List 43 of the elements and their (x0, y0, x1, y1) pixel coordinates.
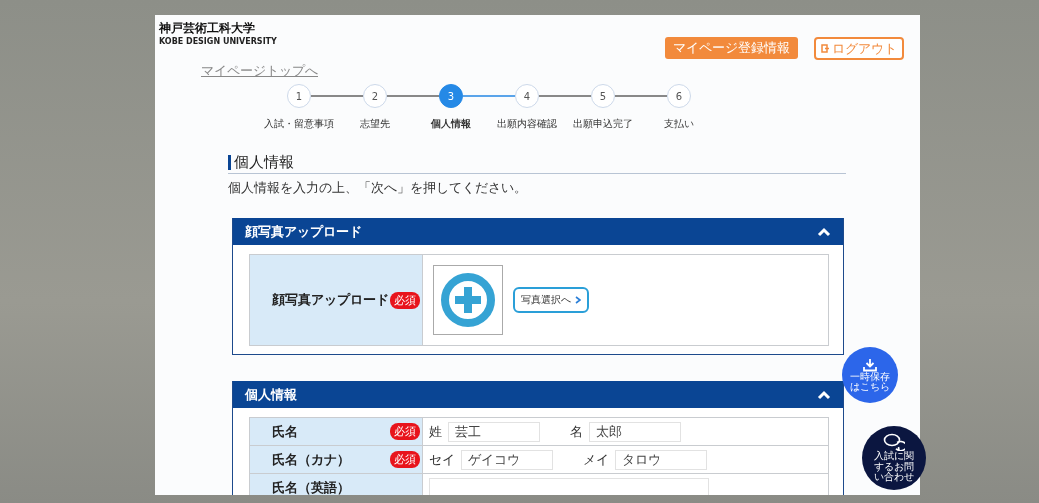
field-label: 氏名 (272, 422, 298, 441)
required-badge: 必須 (390, 291, 420, 309)
section-title: 個人情報 (245, 385, 297, 404)
chat-bubbles-icon (883, 433, 905, 452)
plus-circle-icon[interactable] (440, 272, 496, 328)
logo-title: 神戸芸術工科大学 (159, 20, 256, 37)
step-number: 4 (515, 84, 539, 108)
input-field[interactable]: 太郎 (589, 421, 681, 442)
field-prefix: 名 (570, 422, 583, 441)
instruction-text: 個人情報を入力の上、「次へ」を押してください。 (228, 179, 528, 197)
field-prefix: メイ (583, 450, 609, 469)
logo-subtitle: KOBE DESIGN UNIVERSITY (159, 37, 277, 46)
mypage-top-link[interactable]: マイページトップへ (201, 62, 318, 80)
step-number: 5 (591, 84, 615, 108)
step-number: 2 (363, 84, 387, 108)
section-title: 顔写真アップロード (245, 222, 362, 241)
step-label: 出願内容確認 (497, 117, 557, 131)
step-label: 入試・留意事項 (264, 117, 334, 131)
step-label: 志望先 (360, 117, 390, 131)
chevron-up-icon[interactable] (817, 389, 831, 400)
step-number: 1 (287, 84, 311, 108)
step-label: 出願申込完了 (573, 117, 633, 131)
field-label: 顔写真アップロード (272, 291, 389, 309)
chevron-right-icon (575, 296, 581, 304)
required-badge: 必須 (390, 423, 420, 440)
input-field[interactable]: 芸工 (448, 421, 540, 442)
step-label: 支払い (664, 117, 694, 131)
input-field[interactable] (429, 477, 709, 495)
input-field[interactable]: ゲイコウ (461, 449, 553, 470)
field-label: 氏名（カナ） (272, 450, 350, 469)
step-label: 個人情報 (431, 117, 471, 131)
select-photo-button[interactable]: 写真選択へ (513, 287, 589, 313)
download-icon (862, 357, 878, 372)
page-title: 個人情報 (234, 153, 294, 172)
field-prefix: 姓 (429, 422, 442, 441)
step-number: 6 (667, 84, 691, 108)
input-field[interactable]: タロウ (615, 449, 707, 470)
logout-icon (821, 44, 829, 53)
required-badge: 必須 (390, 451, 420, 468)
field-prefix: セイ (429, 450, 455, 469)
field-label: 氏名（英語） (272, 478, 350, 495)
step-number: 3 (439, 84, 463, 108)
chevron-up-icon[interactable] (817, 226, 831, 237)
